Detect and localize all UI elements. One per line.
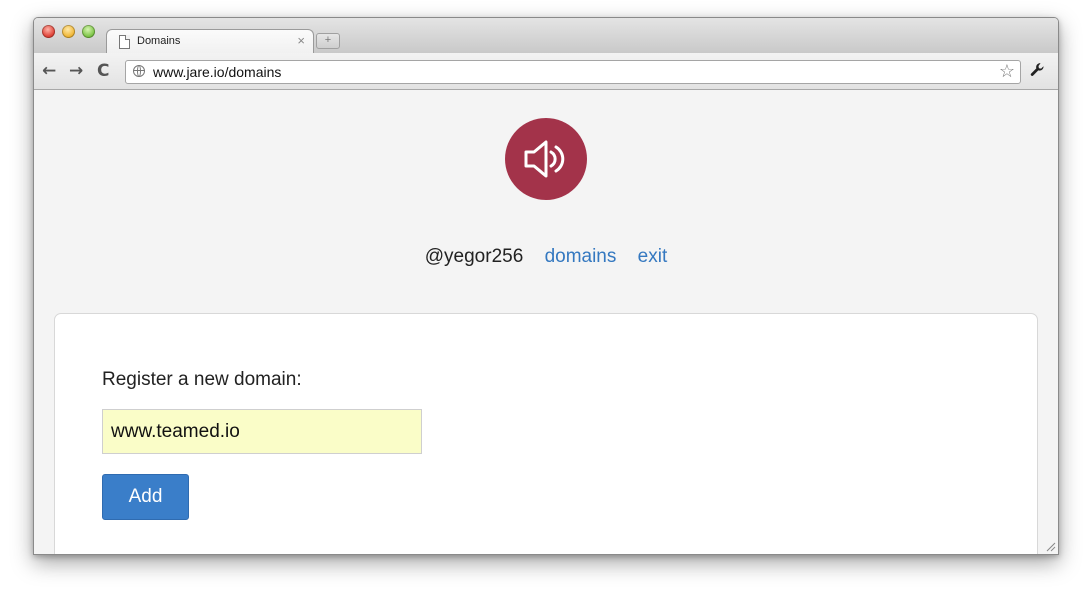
resize-grip-icon[interactable] <box>1046 542 1056 552</box>
close-window-button[interactable] <box>42 25 55 38</box>
tab-domains[interactable]: Domains × <box>106 29 314 55</box>
add-button[interactable]: Add <box>102 474 189 520</box>
logo <box>505 118 587 200</box>
user-nav: @yegor256 domains exit <box>34 246 1058 268</box>
forward-arrow-icon[interactable]: → <box>69 61 83 81</box>
register-domain-panel: Register a new domain: Add <box>54 313 1038 554</box>
minimize-window-button[interactable] <box>62 25 75 38</box>
domains-link[interactable]: domains <box>545 246 617 267</box>
reload-icon[interactable]: C <box>97 61 109 81</box>
back-arrow-icon[interactable]: ← <box>42 61 56 81</box>
speaker-icon <box>524 140 565 178</box>
bookmark-star-icon[interactable]: ☆ <box>999 61 1015 81</box>
register-domain-label: Register a new domain: <box>102 369 302 390</box>
user-handle: @yegor256 <box>424 246 524 267</box>
url-text[interactable]: www.jare.io/domains <box>153 64 281 80</box>
tab-title: Domains <box>137 35 181 47</box>
exit-link[interactable]: exit <box>638 246 668 267</box>
zoom-window-button[interactable] <box>82 25 95 38</box>
browser-toolbar: ← → C www.jare.io/domains ☆ <box>34 53 1058 90</box>
browser-window: Domains × + ← → C www.jare.io/domains ☆ <box>33 17 1059 555</box>
wrench-icon[interactable] <box>1030 62 1046 83</box>
title-bar: Domains × + <box>34 18 1058 55</box>
document-icon <box>119 35 130 49</box>
domain-input[interactable] <box>102 409 422 454</box>
page-content: @yegor256 domains exit Register a new do… <box>34 90 1058 554</box>
address-bar[interactable]: www.jare.io/domains ☆ <box>125 60 1021 84</box>
tab-close-icon[interactable]: × <box>297 33 305 49</box>
globe-icon <box>133 65 145 77</box>
new-tab-button[interactable]: + <box>316 33 340 49</box>
